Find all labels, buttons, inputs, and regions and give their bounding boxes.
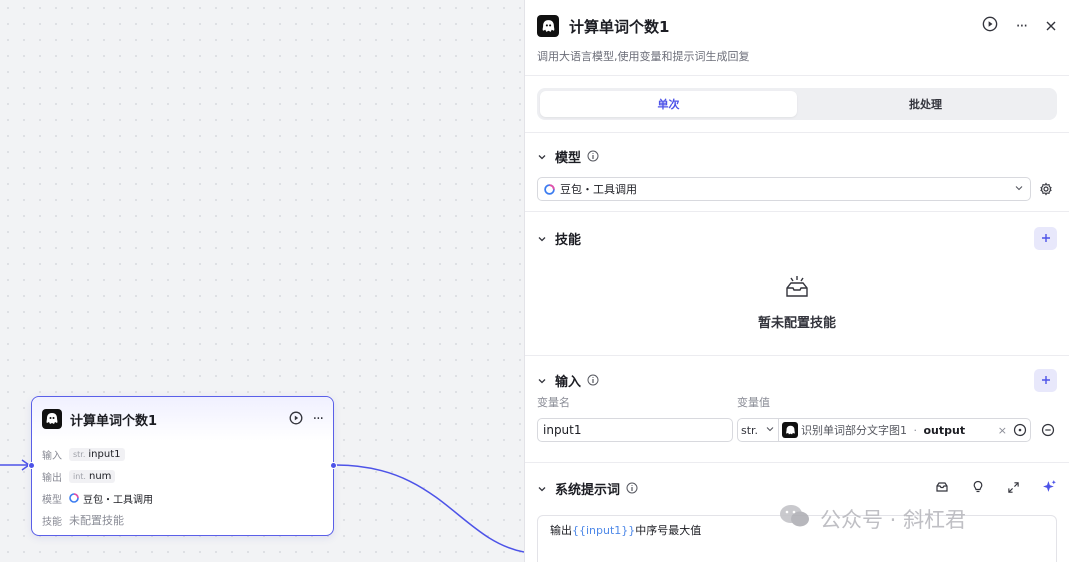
llm-panel-icon [537,15,559,37]
target-icon[interactable] [1013,423,1027,437]
mode-tabs: 单次 批处理 [537,88,1057,120]
chevron-down-icon [1014,183,1024,196]
model-section: 模型 豆包・工具调用 [525,133,1069,212]
skills-empty-state: 暂未配置技能 [537,274,1057,331]
ai-sparkle-icon[interactable] [1042,479,1057,498]
prompt-variable: {{input1}} [572,524,636,537]
node-skill-key: 技能 [42,516,62,528]
prompt-text-before: 输出 [550,524,572,537]
node-config-panel: 计算单词个数1 ··· 调用大语言模型,使用变量和提示词生成回复 单次 批处理 … [524,0,1069,562]
add-input-button[interactable] [1034,368,1057,392]
ref-field-name: output [923,423,966,437]
workflow-canvas[interactable]: 计算单词个数1 ··· 输入 str. input1 输出 int. num 模… [0,0,524,562]
collapse-chevron-icon[interactable] [537,479,547,498]
node-header: 计算单词个数1 ··· [32,397,333,441]
ref-node-name: 识别单词部分文字图1 [801,424,907,437]
prompt-section-title: 系统提示词 [555,482,621,498]
model-select[interactable]: 豆包・工具调用 [537,177,1031,201]
node-skill-value: 未配置技能 [69,514,124,527]
node-input-row: 输入 str. input1 [42,443,323,465]
llm-node[interactable]: 计算单词个数1 ··· 输入 str. input1 输出 int. num 模… [28,396,337,536]
node-model-key: 模型 [42,494,62,506]
node-input-tag: str. input1 [69,447,125,461]
input-section: 输入 变量名 变量值 input1 str. 识别单词部分文字图1 · outp… [525,356,1069,463]
panel-description: 调用大语言模型,使用变量和提示词生成回复 [537,50,750,63]
settings-gear-icon[interactable] [1039,182,1053,196]
var-name-input[interactable]: input1 [537,418,733,442]
run-icon[interactable] [982,16,998,36]
remove-input-icon[interactable] [1041,423,1055,437]
expand-icon[interactable] [1007,479,1020,498]
node-output-row: 输出 int. num [42,465,323,487]
input-section-title: 输入 [555,374,582,390]
panel-title: 计算单词个数1 [569,17,670,36]
node-output-key: 输出 [42,472,62,484]
node-title: 计算单词个数1 [70,413,158,429]
more-icon[interactable]: ··· [1016,17,1028,35]
node-model-value: 豆包・工具调用 [83,494,153,506]
wechat-logo-icon [778,502,812,535]
col-var-name-label: 变量名 [537,396,570,409]
doubao-model-icon [69,493,79,503]
more-icon[interactable]: ··· [313,411,324,427]
doubao-model-icon [544,183,555,195]
ref-node-icon [782,422,798,438]
close-icon[interactable] [1045,17,1057,36]
node-output-type: int. [73,471,86,481]
clear-icon[interactable]: × [998,424,1007,437]
prompt-library-icon[interactable] [935,479,949,498]
collapse-chevron-icon[interactable] [537,229,547,248]
var-ref-value[interactable]: 识别单词部分文字图1 · output × [779,418,1031,442]
model-section-title: 模型 [555,150,582,166]
llm-node-icon [42,409,62,429]
skills-empty-text: 暂未配置技能 [757,316,836,331]
output-port[interactable] [330,462,337,469]
node-model-row: 模型 豆包・工具调用 [42,487,323,509]
ref-separator: · [910,423,921,437]
node-output-value: num [88,470,112,482]
collapse-chevron-icon[interactable] [537,371,547,390]
empty-box-icon [783,274,811,304]
lightbulb-icon[interactable] [971,479,985,498]
panel-header: 计算单词个数1 ··· 调用大语言模型,使用变量和提示词生成回复 [525,0,1069,76]
col-var-value-label: 变量值 [737,396,770,409]
chevron-down-icon [765,424,775,437]
var-type-value: str. [741,423,759,437]
wechat-watermark: 公众号 · 斜杠君 [778,502,966,535]
collapse-chevron-icon[interactable] [537,147,547,166]
tab-batch[interactable]: 批处理 [797,91,1054,117]
info-icon[interactable] [587,371,599,390]
info-icon[interactable] [626,479,638,498]
node-input-key: 输入 [42,450,62,462]
node-skill-row: 技能 未配置技能 [42,509,323,531]
model-select-value: 豆包・工具调用 [560,183,637,196]
prompt-text-after: 中序号最大值 [635,524,702,537]
node-output-tag: int. num [69,469,116,483]
skills-section-title: 技能 [555,232,582,248]
add-skill-button[interactable] [1034,226,1057,250]
info-icon[interactable] [587,147,599,166]
node-input-type: str. [73,449,86,459]
outgoing-edge[interactable] [335,464,524,553]
tab-single[interactable]: 单次 [540,91,797,117]
node-input-value: input1 [88,448,121,460]
input-port[interactable] [28,462,35,469]
watermark-text: 公众号 · 斜杠君 [820,507,967,532]
skills-section: 技能 暂未配置技能 [525,212,1069,356]
run-node-icon[interactable] [289,410,303,429]
var-type-select[interactable]: str. [737,418,779,442]
